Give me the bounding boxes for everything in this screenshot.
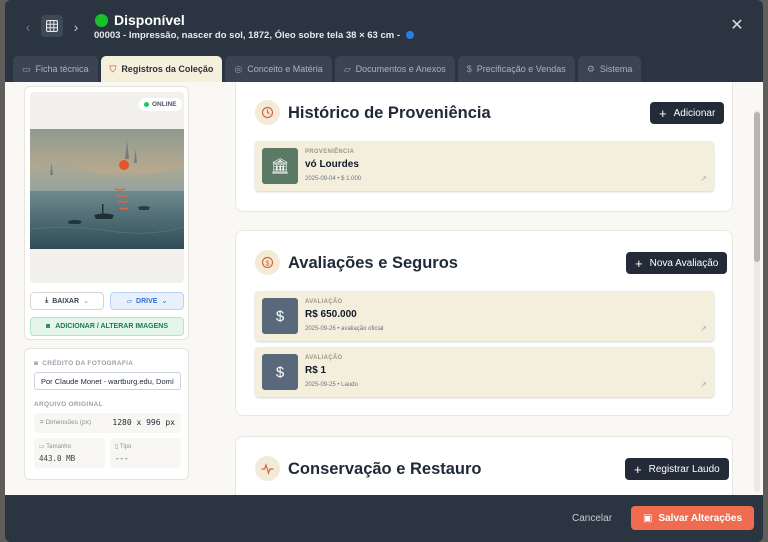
photo-credit-label: ◙ CRÉDITO DA FOTOGRAFIA xyxy=(34,360,134,367)
folder-icon: ▱ xyxy=(126,298,133,305)
image-card: ONLINE ⤓ BAIXAR ⌄ ▱ DRIVE ⌄ ◙ ADICIONAR … xyxy=(24,86,189,340)
grid-view-button[interactable] xyxy=(41,15,63,37)
status-indicator xyxy=(95,14,108,27)
dimensions-row: ⌗ Dimensões (px) 1280 x 996 px xyxy=(34,413,181,433)
drive-icon: ▭ xyxy=(39,444,45,450)
plus-icon: + xyxy=(635,255,643,271)
plus-icon: + xyxy=(634,461,642,477)
status-title: Disponível xyxy=(114,12,185,28)
external-link-icon[interactable]: ↗ xyxy=(700,174,707,183)
tab-registros-colecao[interactable]: ⛉ Registros da Coleção xyxy=(100,56,223,82)
online-badge: ONLINE xyxy=(139,98,182,111)
artwork-subtitle: 00003 - Impressão, nascer do sol, 1872, … xyxy=(94,30,414,41)
file-type-box: ▯ Tipo --- xyxy=(110,438,181,468)
external-link-icon[interactable]: ↗ xyxy=(700,324,707,333)
add-images-button[interactable]: ◙ ADICIONAR / ALTERAR IMAGENS xyxy=(30,317,184,336)
institution-icon: 🏛 xyxy=(262,148,298,184)
money-icon: $ xyxy=(255,250,280,275)
download-button[interactable]: ⤓ BAIXAR ⌄ xyxy=(30,292,104,310)
svg-text:$: $ xyxy=(265,258,270,267)
tab-ficha-tecnica[interactable]: ▭ Ficha técnica xyxy=(13,56,98,82)
conservation-section: Conservação e Restauro + Registrar Laudo xyxy=(235,436,733,495)
close-button[interactable]: ✕ xyxy=(729,18,745,34)
tab-content[interactable]: ONLINE ⤓ BAIXAR ⌄ ▱ DRIVE ⌄ ◙ ADICIONAR … xyxy=(5,82,763,495)
dollar-icon: $ xyxy=(466,64,472,74)
camera-icon: ◙ xyxy=(45,323,51,330)
save-icon: ▣ xyxy=(642,512,653,524)
chevron-down-icon: ⌄ xyxy=(161,298,168,305)
activity-icon xyxy=(255,456,280,481)
blue-dot-icon xyxy=(405,31,414,40)
shield-icon: ⛉ xyxy=(109,63,117,74)
tab-documentos-anexos[interactable]: ▱ Documentos e Anexos xyxy=(334,56,455,82)
dollar-icon: $ xyxy=(262,354,298,390)
next-chevron-icon[interactable]: › xyxy=(69,18,83,36)
previous-chevron-icon[interactable]: ‹ xyxy=(21,18,35,36)
file-icon: ▯ xyxy=(115,444,119,450)
tab-bar: ▭ Ficha técnica ⛉ Registros da Coleção ◎ Co… xyxy=(13,56,642,82)
history-icon xyxy=(255,100,280,125)
download-icon: ⤓ xyxy=(45,297,49,304)
cancel-button[interactable]: Cancelar xyxy=(572,513,612,524)
artwork-modal: ‹ › Disponível 00003 - Impressão, nascer… xyxy=(5,0,763,542)
new-appraisal-button[interactable]: + Nova Avaliação xyxy=(626,252,728,274)
dollar-icon: $ xyxy=(262,298,298,334)
plus-icon: + xyxy=(659,105,667,121)
folder-icon: ▱ xyxy=(343,63,351,74)
file-type-value: --- xyxy=(115,454,129,463)
dimensions-value: 1280 x 996 px xyxy=(112,418,175,427)
modal-header: ‹ › Disponível 00003 - Impressão, nascer… xyxy=(5,0,763,56)
provenance-title: Histórico de Proveniência xyxy=(288,104,491,122)
content-scrollbar[interactable] xyxy=(754,110,760,492)
grid-icon xyxy=(46,20,58,32)
appraisal-entry[interactable]: $ AVALIAÇÃO R$ 1 2025-09-25 • Laudo ↗ xyxy=(255,347,714,397)
image-preview[interactable]: ONLINE xyxy=(30,92,184,283)
gear-icon: ⚙ xyxy=(586,63,595,74)
scrollbar-thumb[interactable] xyxy=(754,112,760,262)
add-provenance-button[interactable]: + Adicionar xyxy=(650,102,725,124)
chevron-down-icon: ⌄ xyxy=(83,298,89,305)
artwork-image xyxy=(30,129,184,249)
original-file-label: ARQUIVO ORIGINAL xyxy=(34,401,103,408)
tab-sistema[interactable]: ⚙ Sistema xyxy=(577,56,642,82)
register-report-button[interactable]: + Registrar Laudo xyxy=(625,458,729,480)
file-size-box: ▭ Tamanho 443.0 MB xyxy=(34,438,105,468)
appraisals-title: Avaliações e Seguros xyxy=(288,254,458,272)
file-metadata-card: ◙CRÉDITO DA FOTOGRAFIA ARQUIVO ORIGINAL … xyxy=(24,348,189,480)
tab-precificacao-vendas[interactable]: $ Precificação e Vendas xyxy=(457,56,575,82)
conservation-title: Conservação e Restauro xyxy=(288,460,482,478)
drive-button[interactable]: ▱ DRIVE ⌄ xyxy=(110,292,184,310)
modal-footer: Cancelar ▣ Salvar Alterações xyxy=(5,495,763,542)
external-link-icon[interactable]: ↗ xyxy=(700,380,707,389)
clipboard-icon: ▭ xyxy=(22,63,31,74)
photo-credit-input[interactable] xyxy=(34,372,181,390)
save-button[interactable]: ▣ Salvar Alterações xyxy=(631,506,754,530)
camera-icon: ◙ xyxy=(34,360,39,367)
provenance-entry[interactable]: 🏛 PROVENIÊNCIA vó Lourdes 2025-09-04 • $… xyxy=(255,141,714,191)
ruler-icon: ⌗ xyxy=(40,419,44,426)
tab-conceito-materia[interactable]: ◎ Conceito e Matéria xyxy=(225,56,332,82)
provenance-section: Histórico de Proveniência + Adicionar 🏛 P… xyxy=(235,82,733,212)
palette-icon: ◎ xyxy=(234,63,243,74)
appraisals-section: $ Avaliações e Seguros + Nova Avaliação $… xyxy=(235,230,733,416)
file-size-value: 443.0 MB xyxy=(39,454,76,463)
appraisal-entry[interactable]: $ AVALIAÇÃO R$ 650.000 2025-09-26 • aval… xyxy=(255,291,714,341)
